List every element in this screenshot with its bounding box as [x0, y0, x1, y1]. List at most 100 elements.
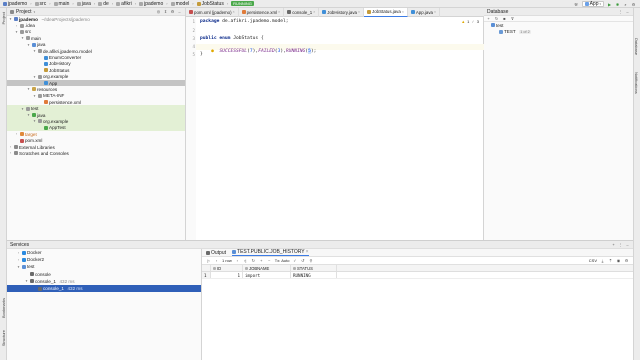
structure-tool-button[interactable]: Structure: [1, 330, 6, 346]
row-count[interactable]: 1 row: [222, 258, 232, 263]
editor-tab[interactable]: JobHistory.java ×: [319, 7, 365, 17]
download-icon[interactable]: ⤓: [600, 258, 605, 263]
tree-item[interactable]: ▾ console_1 432 ms: [7, 278, 201, 285]
column-header[interactable]: JOBNAME: [243, 265, 291, 271]
close-icon[interactable]: ×: [402, 10, 404, 14]
debug-icon[interactable]: ✱: [615, 2, 620, 7]
tree-item[interactable]: ▾ test: [7, 263, 201, 270]
tree-item[interactable]: console: [7, 271, 201, 278]
editor-tab[interactable]: App.java ×: [408, 7, 441, 17]
breadcrumb-item[interactable]: main: [53, 1, 69, 7]
gear-icon[interactable]: ⚙: [170, 9, 175, 14]
view-icon[interactable]: ◉: [616, 258, 621, 263]
cell-id[interactable]: 1: [211, 272, 243, 278]
close-icon[interactable]: ×: [278, 10, 280, 14]
project-tool-button[interactable]: Project: [1, 12, 6, 24]
breadcrumb-item[interactable]: model: [170, 1, 189, 7]
cell-status[interactable]: RUNNING: [291, 272, 337, 278]
chevron-down-icon[interactable]: ▾: [27, 87, 30, 91]
locate-icon[interactable]: ◎: [156, 9, 161, 14]
table-row[interactable]: 1 1 import RUNNING: [202, 272, 633, 279]
results-tab[interactable]: Output: [206, 250, 226, 256]
column-header[interactable]: STATUS: [291, 265, 337, 271]
chevron-right-icon[interactable]: ›: [17, 258, 20, 262]
breadcrumb-item[interactable]: de: [98, 1, 109, 7]
inspection-widget[interactable]: ▲ 1 ✓ 3: [461, 19, 479, 24]
tx-mode-selector[interactable]: Tx: Auto: [275, 258, 290, 263]
add-icon[interactable]: +: [611, 242, 616, 247]
chevron-down-icon[interactable]: ▾: [33, 49, 36, 53]
rollback-icon[interactable]: ↺: [300, 258, 305, 263]
stop-icon[interactable]: ■: [502, 16, 507, 21]
breadcrumb-item[interactable]: jpademo: [3, 1, 27, 7]
export-format-selector[interactable]: CSV: [589, 258, 597, 263]
hammer-icon[interactable]: ⚒: [574, 2, 579, 7]
chevron-down-icon[interactable]: ▾: [21, 107, 24, 111]
breadcrumb-item[interactable]: src: [34, 1, 46, 7]
chevron-down-icon[interactable]: ▾: [27, 113, 30, 117]
commit-icon[interactable]: ✓: [292, 258, 297, 263]
search-icon[interactable]: ⌕: [623, 2, 628, 7]
close-icon[interactable]: ×: [306, 249, 309, 255]
chevron-down-icon[interactable]: ▾: [21, 36, 24, 40]
gear-icon[interactable]: ⚙: [631, 2, 636, 7]
tree-item[interactable]: console_1 432 ms: [7, 284, 201, 293]
panel-title[interactable]: Project: [16, 9, 32, 15]
chevron-right-icon[interactable]: ›: [15, 132, 18, 136]
results-tab[interactable]: TEST.PUBLIC.JOB_HISTORY ×: [232, 249, 309, 256]
close-icon[interactable]: ×: [434, 10, 436, 14]
delete-row-icon[interactable]: −: [267, 258, 272, 263]
cell-jobname[interactable]: import: [243, 272, 291, 278]
tree-item[interactable]: TEST 1 of 2: [484, 28, 633, 34]
add-row-icon[interactable]: +: [259, 258, 264, 263]
chevron-right-icon[interactable]: ›: [9, 145, 12, 149]
close-icon[interactable]: ×: [233, 10, 235, 14]
chevron-down-icon[interactable]: ▾: [34, 10, 36, 14]
pin-icon[interactable]: ⚲: [308, 258, 313, 263]
editor-tab[interactable]: JobStatus.java ×: [364, 7, 408, 17]
chevron-down-icon[interactable]: ▾: [33, 75, 36, 79]
chevron-down-icon[interactable]: ▾: [9, 17, 12, 21]
tree-item[interactable]: › Docker: [7, 249, 201, 256]
close-icon[interactable]: ×: [313, 10, 315, 14]
chevron-right-icon[interactable]: ›: [17, 251, 20, 255]
close-icon[interactable]: ×: [358, 10, 360, 14]
bookmarks-tool-button[interactable]: Bookmarks: [1, 298, 6, 318]
last-page-icon[interactable]: ›|: [243, 258, 248, 263]
collapse-all-icon[interactable]: ⇕: [163, 9, 168, 14]
chevron-down-icon[interactable]: ▾: [27, 43, 30, 47]
breadcrumb-item[interactable]: jpademo: [139, 1, 163, 7]
database-tool-button[interactable]: Database: [634, 38, 639, 55]
filter-icon[interactable]: ⊽: [510, 16, 515, 21]
upload-icon[interactable]: ⤒: [608, 258, 613, 263]
chevron-down-icon[interactable]: ▾: [33, 119, 36, 123]
breadcrumb-item[interactable]: afikri: [116, 1, 132, 7]
notifications-tool-button[interactable]: Notifications: [634, 72, 639, 94]
more-icon[interactable]: ⋮: [618, 9, 623, 14]
more-icon[interactable]: ⋮: [618, 242, 623, 247]
prev-page-icon[interactable]: ‹: [214, 258, 219, 263]
hide-icon[interactable]: –: [625, 242, 630, 247]
breadcrumb-item[interactable]: java: [76, 1, 91, 7]
chevron-right-icon[interactable]: ›: [9, 151, 12, 155]
editor-tab[interactable]: console_1 ×: [284, 7, 320, 17]
refresh-icon[interactable]: ↻: [494, 16, 499, 21]
run-icon[interactable]: ▶: [607, 2, 612, 7]
hide-icon[interactable]: –: [625, 9, 630, 14]
chevron-down-icon[interactable]: ▾: [17, 265, 20, 269]
column-header[interactable]: ID: [211, 265, 243, 271]
first-page-icon[interactable]: |‹: [206, 258, 211, 263]
refresh-icon[interactable]: ↻: [251, 258, 256, 263]
gear-icon[interactable]: ⚙: [624, 258, 629, 263]
lightbulb-icon[interactable]: ●: [211, 49, 214, 54]
chevron-down-icon[interactable]: ▾: [15, 30, 18, 34]
add-icon[interactable]: +: [486, 16, 491, 21]
chevron-right-icon[interactable]: ›: [15, 24, 18, 28]
chevron-down-icon[interactable]: ▾: [25, 279, 28, 283]
run-config-selector[interactable]: App ▾: [581, 1, 604, 7]
editor-tab[interactable]: persistence.xml ×: [239, 7, 285, 17]
breadcrumb-item[interactable]: JobStatus: [196, 1, 224, 7]
editor-tab[interactable]: pom.xml (jpademo) ×: [186, 7, 239, 17]
tree-item[interactable]: › Docker2: [7, 256, 201, 263]
hide-icon[interactable]: –: [177, 9, 182, 14]
